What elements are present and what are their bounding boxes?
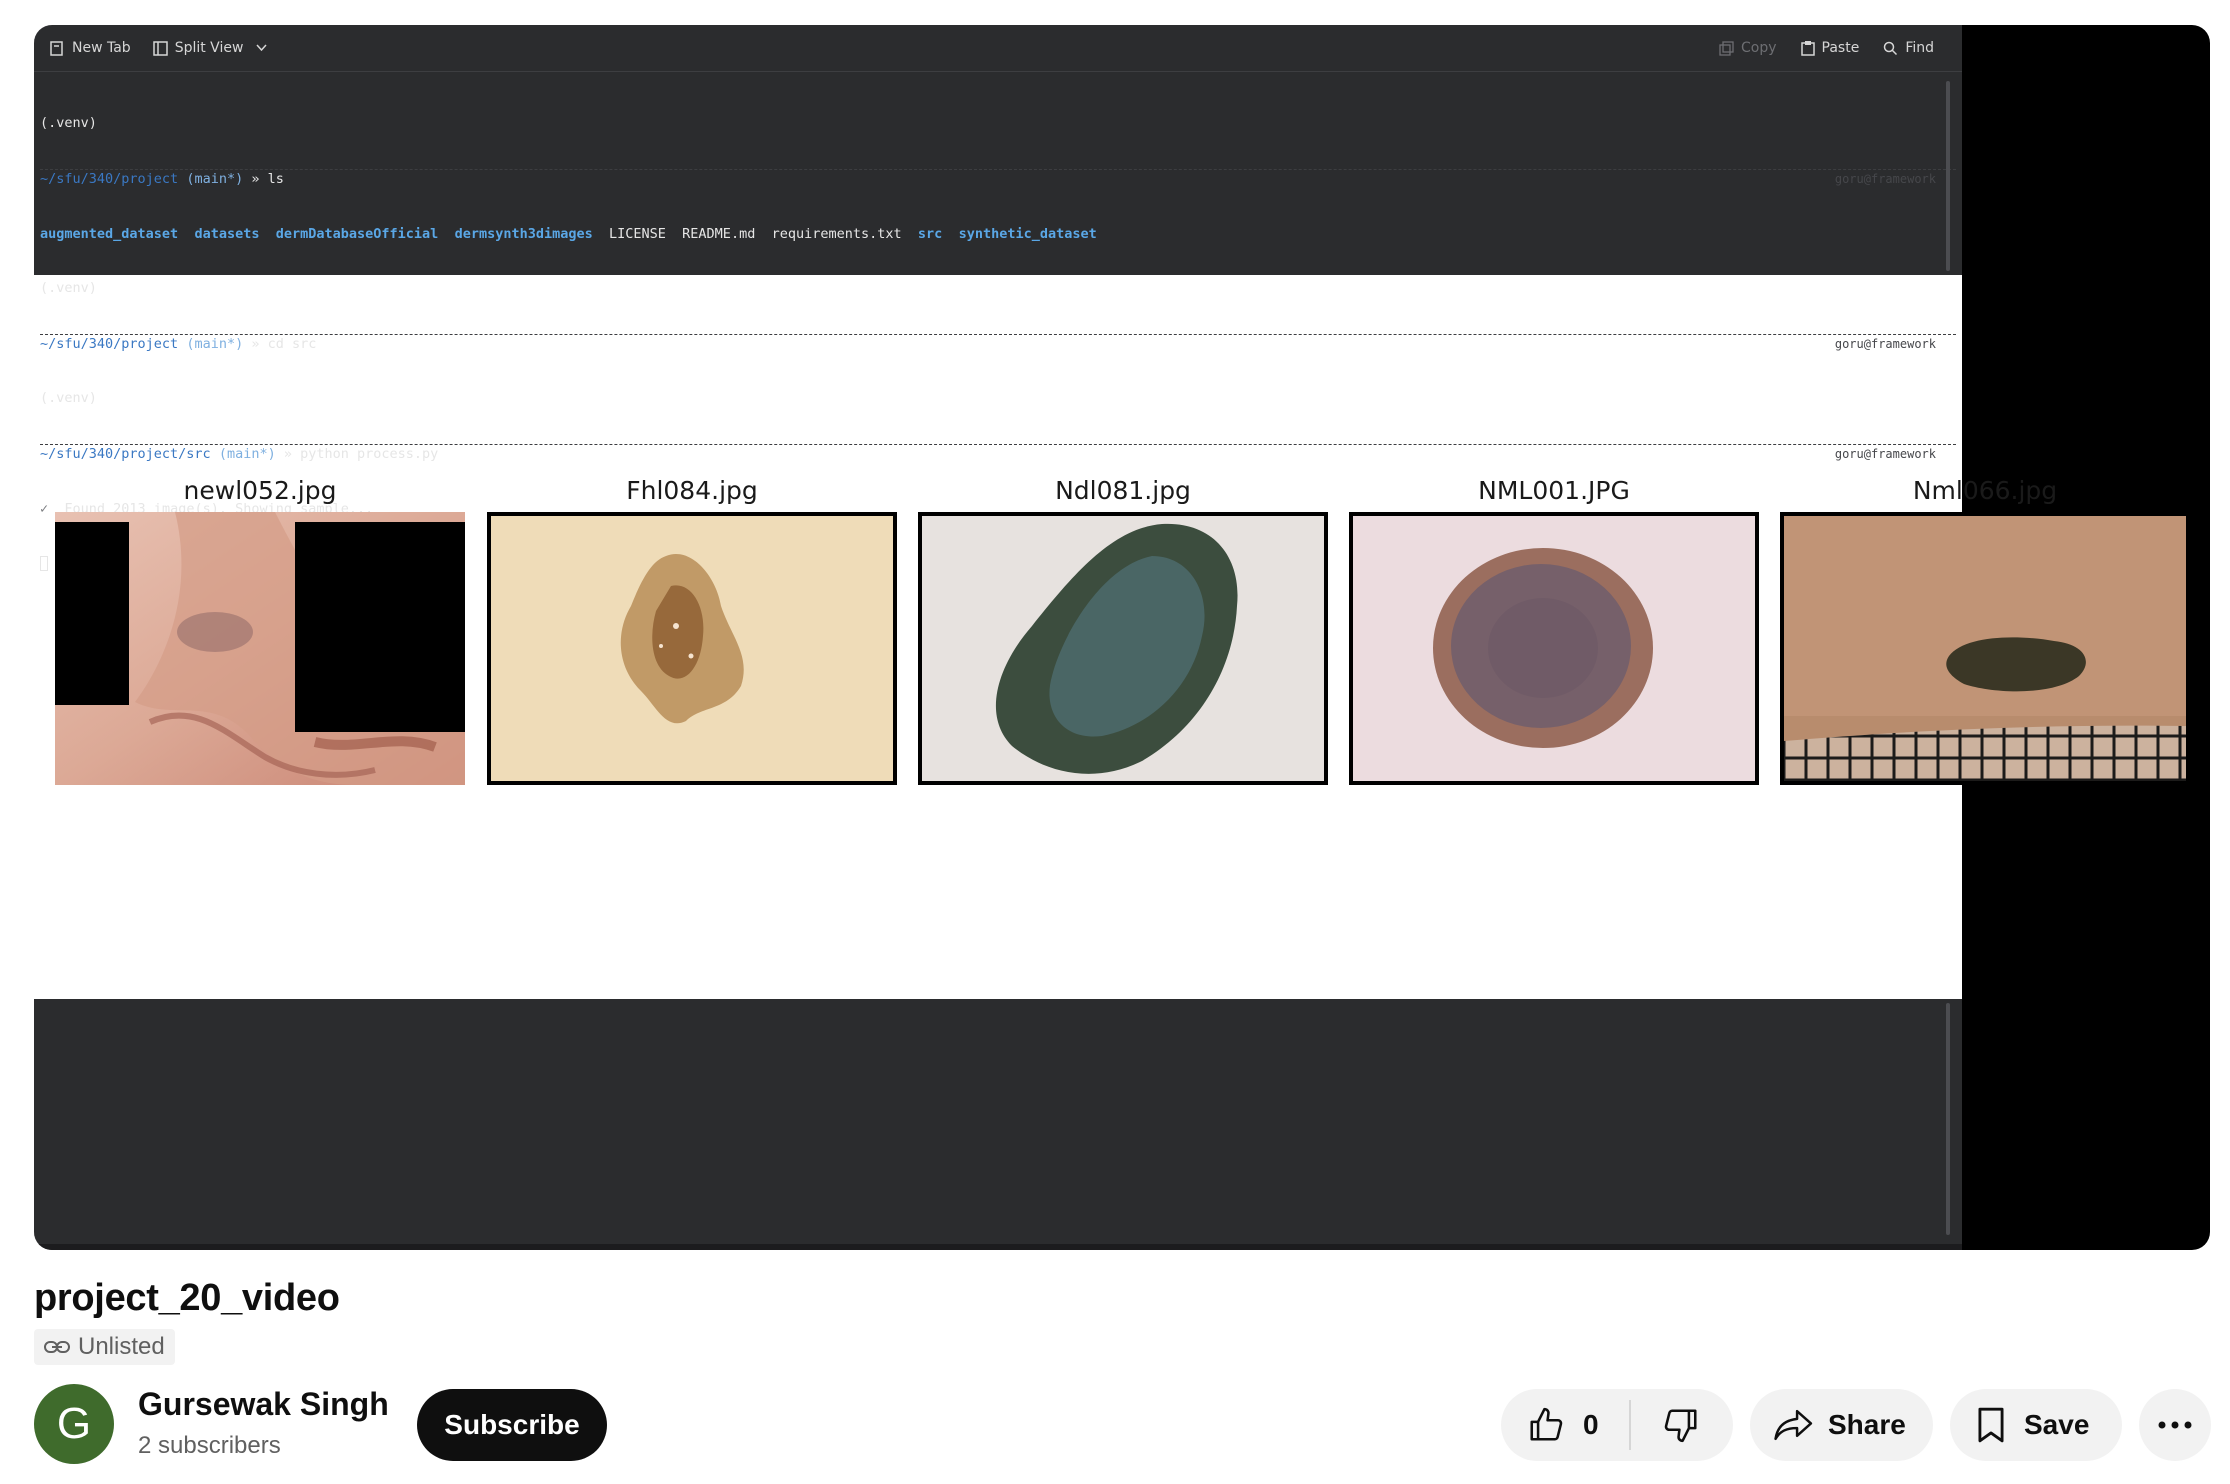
subscriber-count: 2 subscribers xyxy=(138,1432,281,1459)
sample-image-1: newl052.jpg xyxy=(55,474,465,785)
share-button[interactable]: Share xyxy=(1750,1389,1933,1461)
more-horizontal-icon xyxy=(2158,1421,2192,1429)
copy-icon xyxy=(1719,40,1734,56)
thumbs-up-icon xyxy=(1527,1406,1565,1444)
small-lesion-grid-image xyxy=(1780,512,2190,785)
terminal-bottom-edge xyxy=(34,1244,1962,1250)
more-actions-button[interactable] xyxy=(2139,1389,2211,1461)
find-button[interactable]: Find xyxy=(1883,40,1934,56)
new-tab-button[interactable]: New Tab xyxy=(50,40,131,56)
face-lesion-image xyxy=(55,512,465,785)
link-icon xyxy=(44,1340,70,1354)
video-title: project_20_video xyxy=(34,1277,340,1319)
copy-button[interactable]: Copy xyxy=(1719,40,1777,56)
terminal-window-lower xyxy=(34,999,1962,1250)
thumbs-down-icon xyxy=(1662,1406,1700,1444)
paste-button[interactable]: Paste xyxy=(1800,40,1859,56)
terminal-scrollbar[interactable] xyxy=(1946,81,1950,271)
terminal-scrollbar[interactable] xyxy=(1946,1003,1950,1235)
bookmark-icon xyxy=(1976,1406,2006,1444)
new-tab-icon xyxy=(50,40,65,56)
terminal-cursor xyxy=(40,555,48,571)
share-icon xyxy=(1774,1407,1814,1443)
video-frame: New Tab Split View Copy Paste Find (.ven… xyxy=(34,25,2190,1250)
save-button[interactable]: Save xyxy=(1950,1389,2122,1461)
image-title: newl052.jpg xyxy=(183,476,337,505)
like-dislike-group: 0 xyxy=(1501,1389,1733,1461)
image-title: Ndl081.jpg xyxy=(1055,476,1191,505)
split-view-icon xyxy=(152,40,168,56)
terminal-line: (.venv) xyxy=(40,115,97,132)
terminal-line: (.venv) xyxy=(40,280,97,297)
terminal-toolbar: New Tab Split View Copy Paste Find xyxy=(34,25,1962,72)
image-title: NML001.JPG xyxy=(1478,476,1630,505)
chevron-down-icon xyxy=(256,44,267,52)
image-title: Fhl084.jpg xyxy=(626,476,758,505)
like-count: 0 xyxy=(1583,1409,1599,1440)
terminal-ls-output: augmented_dataset datasets dermDatabaseO… xyxy=(40,225,1097,242)
sample-image-3: Ndl081.jpg xyxy=(918,474,1328,785)
round-mole-image xyxy=(1349,512,1759,785)
brown-lesion-image xyxy=(487,512,897,785)
split-view-button[interactable]: Split View xyxy=(152,40,268,56)
subscribe-button[interactable]: Subscribe xyxy=(417,1389,607,1461)
video-player[interactable]: New Tab Split View Copy Paste Find (.ven… xyxy=(34,25,2210,1250)
search-icon xyxy=(1883,41,1898,56)
dark-lesion-image xyxy=(918,512,1328,785)
dislike-button[interactable] xyxy=(1631,1389,1731,1461)
image-title: Nml066.jpg xyxy=(1912,476,2058,505)
terminal-prompt-line: ~/sfu/340/project (main*) » ls goru@frame… xyxy=(40,169,1956,188)
visibility-badge: Unlisted xyxy=(34,1329,175,1365)
paste-icon xyxy=(1800,40,1815,56)
sample-image-2: Fhl084.jpg xyxy=(487,474,897,785)
check-icon: ✓ xyxy=(40,500,49,517)
like-button[interactable]: 0 xyxy=(1501,1389,1629,1461)
terminal-prompt-line: ~/sfu/340/project/src (main*) » python p… xyxy=(40,443,1956,463)
channel-name[interactable]: Gursewak Singh xyxy=(138,1386,389,1423)
sample-image-4: NML001.JPG xyxy=(1349,474,1759,785)
terminal-line: (.venv) xyxy=(40,390,97,407)
terminal-window: New Tab Split View Copy Paste Find (.ven… xyxy=(34,25,1962,571)
sample-image-5: Nml066.jpg xyxy=(1780,474,2190,785)
channel-avatar[interactable]: G xyxy=(34,1384,114,1464)
terminal-prompt-line: ~/sfu/340/project (main*) » cd src goru@f… xyxy=(40,333,1956,353)
